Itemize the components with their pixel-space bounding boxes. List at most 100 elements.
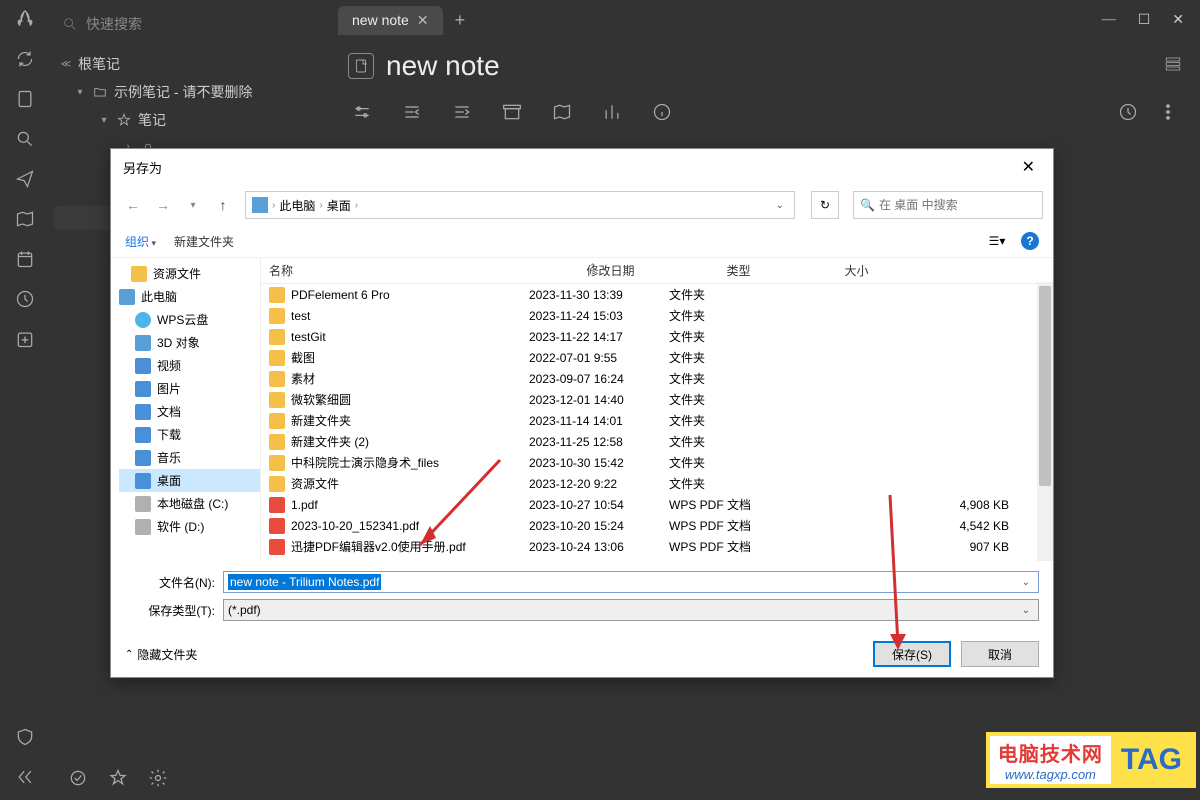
- send-icon[interactable]: [14, 168, 36, 190]
- add-note-icon[interactable]: [14, 328, 36, 350]
- tree-folder-row[interactable]: ▾ 示例笔记 - 请不要删除: [54, 78, 326, 106]
- location-tree-item[interactable]: 3D 对象: [119, 331, 260, 354]
- collapse-all-icon[interactable]: ≪: [60, 59, 72, 70]
- recent-dropdown[interactable]: ▾: [181, 193, 205, 217]
- file-row[interactable]: 截图2022-07-01 9:55文件夹: [261, 347, 1037, 368]
- note-icon[interactable]: [14, 88, 36, 110]
- new-tab-button[interactable]: +: [455, 10, 466, 31]
- calendar-icon[interactable]: [14, 248, 36, 270]
- file-row[interactable]: 微软繁细圆2023-12-01 14:40文件夹: [261, 389, 1037, 410]
- filetype-dropdown[interactable]: ⌄: [1018, 605, 1034, 616]
- indent-right-icon[interactable]: [452, 102, 472, 127]
- dialog-search-input[interactable]: [879, 198, 1036, 212]
- note-title[interactable]: new note: [386, 50, 500, 82]
- file-row[interactable]: 2023-10-20_152341.pdf2023-10-20 15:24WPS…: [261, 515, 1037, 536]
- file-list-body[interactable]: PDFelement 6 Pro2023-11-30 13:39文件夹test2…: [261, 284, 1053, 561]
- star-icon[interactable]: [108, 768, 128, 793]
- history-icon[interactable]: [14, 288, 36, 310]
- note-type-icon[interactable]: [348, 53, 374, 79]
- forward-button[interactable]: →: [151, 193, 175, 217]
- file-row[interactable]: 中科院院士演示隐身术_files2023-10-30 15:42文件夹: [261, 452, 1037, 473]
- filename-value[interactable]: new note - Trilium Notes.pdf: [228, 574, 381, 590]
- location-tree-item[interactable]: 文档: [119, 400, 260, 423]
- location-tree-item[interactable]: 桌面: [119, 469, 260, 492]
- scrollbar-thumb[interactable]: [1039, 286, 1051, 486]
- file-row[interactable]: test2023-11-24 15:03文件夹: [261, 305, 1037, 326]
- tree-item-label: 图片: [157, 380, 181, 397]
- filename-field[interactable]: new note - Trilium Notes.pdf ⌄: [223, 571, 1039, 593]
- tab-active[interactable]: new note ✕: [338, 6, 443, 35]
- col-name[interactable]: 名称: [269, 262, 529, 279]
- info-icon[interactable]: [652, 102, 672, 127]
- cloud-icon: [135, 312, 151, 328]
- close-window-button[interactable]: ✕: [1172, 12, 1184, 29]
- location-tree-item[interactable]: 下载: [119, 423, 260, 446]
- file-row[interactable]: 迅捷PDF编辑器v2.0使用手册.pdf2023-10-24 13:06WPS …: [261, 536, 1037, 557]
- history-icon[interactable]: [1118, 102, 1138, 127]
- file-row[interactable]: PDFelement 6 Pro2023-11-30 13:39文件夹: [261, 284, 1037, 305]
- more-icon[interactable]: [1158, 102, 1178, 127]
- file-row[interactable]: 新建文件夹2023-11-14 14:01文件夹: [261, 410, 1037, 431]
- file-list-header[interactable]: 名称 ⌃ 修改日期 类型 大小: [261, 258, 1053, 284]
- col-type[interactable]: 类型: [727, 262, 845, 279]
- col-date[interactable]: 修改日期: [587, 262, 727, 279]
- map-icon[interactable]: [552, 102, 572, 127]
- sync-icon[interactable]: [14, 48, 36, 70]
- gear-icon[interactable]: [148, 768, 168, 793]
- close-icon[interactable]: ✕: [1016, 157, 1041, 177]
- settings-icon[interactable]: [352, 102, 372, 127]
- location-tree-item[interactable]: 图片: [119, 377, 260, 400]
- breadcrumb-item[interactable]: 此电脑: [279, 197, 315, 214]
- location-tree-item[interactable]: 视频: [119, 354, 260, 377]
- col-size[interactable]: 大小: [845, 262, 1045, 279]
- maximize-button[interactable]: ☐: [1138, 12, 1151, 29]
- location-tree-item[interactable]: 软件 (D:): [119, 515, 260, 538]
- quick-search[interactable]: 快速搜索: [54, 8, 326, 40]
- note-menu-button[interactable]: [1164, 55, 1182, 78]
- map-icon[interactable]: [14, 208, 36, 230]
- scrollbar[interactable]: [1037, 282, 1053, 561]
- address-dropdown[interactable]: ⌄: [772, 200, 788, 211]
- minimize-button[interactable]: ―: [1102, 12, 1116, 29]
- filetype-field[interactable]: (*.pdf) ⌄: [223, 599, 1039, 621]
- address-bar[interactable]: › 此电脑 › 桌面 › ⌄: [245, 191, 795, 219]
- chevron-right-icon[interactable]: ›: [272, 200, 275, 211]
- location-tree-item[interactable]: 本地磁盘 (C:): [119, 492, 260, 515]
- shield-icon[interactable]: [14, 726, 36, 748]
- root-note-row[interactable]: ≪ 根笔记: [54, 50, 326, 78]
- chevron-right-icon[interactable]: ›: [319, 200, 322, 211]
- refresh-button[interactable]: ↻: [811, 191, 839, 219]
- file-row[interactable]: 素材2023-09-07 16:24文件夹: [261, 368, 1037, 389]
- file-row[interactable]: 1.pdf2023-10-27 10:54WPS PDF 文档4,908 KB: [261, 494, 1037, 515]
- cancel-button[interactable]: 取消: [961, 641, 1039, 667]
- help-icon[interactable]: ?: [1021, 232, 1039, 250]
- archive-icon[interactable]: [502, 102, 522, 127]
- location-tree-item[interactable]: 此电脑: [119, 285, 260, 308]
- location-tree-item[interactable]: 资源文件: [119, 262, 260, 285]
- breadcrumb-item[interactable]: 桌面: [327, 197, 351, 214]
- search-icon[interactable]: [14, 128, 36, 150]
- sync-status-icon[interactable]: [68, 768, 88, 793]
- chevron-down-icon[interactable]: ▾: [74, 87, 86, 98]
- new-folder-button[interactable]: 新建文件夹: [174, 233, 234, 250]
- indent-left-icon[interactable]: [402, 102, 422, 127]
- filename-dropdown[interactable]: ⌄: [1018, 577, 1034, 588]
- file-row[interactable]: testGit2023-11-22 14:17文件夹: [261, 326, 1037, 347]
- organize-menu[interactable]: 组织: [125, 233, 156, 250]
- chevron-down-icon[interactable]: ▾: [98, 115, 110, 126]
- tree-note-row[interactable]: ▾ 笔记: [54, 106, 326, 134]
- chevron-right-icon[interactable]: ›: [355, 200, 358, 211]
- file-row[interactable]: 新建文件夹 (2)2023-11-25 12:58文件夹: [261, 431, 1037, 452]
- collapse-icon[interactable]: [14, 766, 36, 788]
- chart-icon[interactable]: [602, 102, 622, 127]
- back-button[interactable]: ←: [121, 193, 145, 217]
- close-icon[interactable]: ✕: [417, 12, 429, 29]
- save-button[interactable]: 保存(S): [873, 641, 951, 667]
- location-tree-item[interactable]: 音乐: [119, 446, 260, 469]
- hide-folders-toggle[interactable]: ⌃隐藏文件夹: [125, 646, 197, 663]
- file-row[interactable]: 资源文件2023-12-20 9:22文件夹: [261, 473, 1037, 494]
- location-tree-item[interactable]: WPS云盘: [119, 308, 260, 331]
- up-button[interactable]: ↑: [211, 193, 235, 217]
- view-options-button[interactable]: ☰▾: [985, 231, 1009, 251]
- dialog-search[interactable]: 🔍: [853, 191, 1043, 219]
